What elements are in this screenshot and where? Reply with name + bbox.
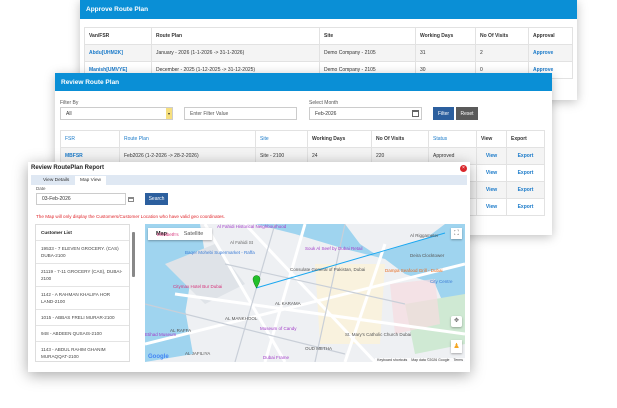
month-label: Select Month xyxy=(309,100,339,106)
map-place-label[interactable]: AL MANKHOOL xyxy=(225,316,257,321)
approve-panel-header: Approve Route Plan xyxy=(80,0,577,19)
visits-cell: 2 xyxy=(475,44,529,62)
reset-button[interactable]: Reset xyxy=(456,107,478,120)
site-cell: Demo Company - 2105 xyxy=(319,44,416,62)
col-export: Export xyxy=(506,130,545,148)
col-site[interactable]: Site xyxy=(255,130,308,148)
map-place-label[interactable]: St. Mary's Catholic Church Dubai xyxy=(345,332,411,337)
route-plan-cell: January - 2026 (1-1-2026 -> 31-1-2026) xyxy=(151,44,320,62)
map-marker-icon xyxy=(252,275,261,289)
terms-link[interactable]: Terms xyxy=(453,358,463,362)
date-label: Date xyxy=(36,186,46,191)
customer-list-item[interactable]: 948 - ABDEEN QUSAIS-2100 xyxy=(36,326,129,342)
col-working-days: Working Days xyxy=(415,27,476,45)
customer-list-item[interactable]: 19533 - 7 ELEVEN GROCERY. (CAS) DUBA-210… xyxy=(36,241,129,264)
map-place-label[interactable]: Souk Al Seef by Dubai Retail xyxy=(305,246,363,251)
customer-list-item[interactable]: 1015 - ABBAS FRELI MURAR-2100 xyxy=(36,310,129,326)
review-panel-header: Review Route Plan xyxy=(55,73,552,91)
map-canvas xyxy=(145,224,465,362)
col-fsr[interactable]: FSR xyxy=(60,130,120,148)
map-footer: Keyboard shortcuts Map data ©2026 Google… xyxy=(375,358,465,362)
customer-list: Customer List 19533 - 7 ELEVEN GROCERY. … xyxy=(35,224,130,362)
export-link[interactable]: Export xyxy=(506,147,545,165)
map-place-label[interactable]: Citymax Hotel Bur Dubai xyxy=(173,284,222,289)
approve-title: Approve Route Plan xyxy=(86,6,149,13)
month-value: Feb-2026 xyxy=(315,110,337,117)
map-place-label[interactable]: City Centre xyxy=(430,279,453,284)
calendar-icon[interactable] xyxy=(412,110,419,117)
export-link[interactable]: Export xyxy=(506,181,545,199)
map-place-label[interactable]: AL JAFILIYA xyxy=(185,351,210,356)
filter-value-placeholder: Enter Filter Value xyxy=(190,110,229,117)
map-place-label[interactable]: Baqer Mohebi Supermarket - Raffa xyxy=(185,250,255,255)
modal-title: Review RoutePlan Report xyxy=(31,165,105,171)
col-site: Site xyxy=(319,27,416,45)
search-button[interactable]: Search xyxy=(145,193,168,205)
customer-list-title: Customer List xyxy=(36,225,129,241)
map-place-label[interactable]: Consulate General of Pakistan, Dubai xyxy=(290,267,365,272)
map-place-label[interactable]: Museum of Candy xyxy=(260,326,297,331)
month-input[interactable]: Feb-2026 xyxy=(309,107,422,120)
geo-warning: The Map will only display the Customers/… xyxy=(36,214,225,219)
review-routeplan-report-modal: Review RoutePlan Report × View Details M… xyxy=(28,162,470,372)
map-place-label[interactable]: OUD METHA xyxy=(305,346,332,351)
date-value: 03-Feb-2026 xyxy=(42,196,71,202)
map-place-label[interactable]: Al Riggameter xyxy=(410,233,439,238)
col-status[interactable]: Status xyxy=(428,130,477,148)
chevron-down-icon: ▾ xyxy=(166,108,172,119)
keyboard-shortcuts-link[interactable]: Keyboard shortcuts xyxy=(377,358,407,362)
map-place-label[interactable]: AL KARAMA xyxy=(275,301,301,306)
date-input[interactable]: 03-Feb-2026 xyxy=(36,193,126,205)
satellite-tab[interactable]: Satellite xyxy=(175,228,212,240)
filter-by-value: All xyxy=(66,110,72,117)
col-approval: Approval xyxy=(528,27,573,45)
export-link[interactable]: Export xyxy=(506,164,545,182)
view-link[interactable]: View xyxy=(476,164,507,182)
fullscreen-icon[interactable]: ⛶ xyxy=(451,228,462,239)
fsr-link[interactable]: Abdu[UHM2K] xyxy=(84,44,152,62)
customer-list-item[interactable]: 1143 - ABDUL RAHIM GHANIM MURAQQAT-2100 xyxy=(36,342,129,361)
view-link[interactable]: View xyxy=(476,181,507,199)
view-link[interactable]: View xyxy=(476,147,507,165)
pegman-icon[interactable]: ♟ xyxy=(451,340,462,353)
map-view[interactable]: Map Satellite ⛶ ✥ ♟ Al Fahidi Historical… xyxy=(145,224,465,362)
map-place-label[interactable]: AL RAFFA xyxy=(170,328,191,333)
customer-list-scrollbar[interactable] xyxy=(131,224,135,362)
col-visits: No Of Visits xyxy=(371,130,429,148)
camera-control-icon[interactable]: ✥ xyxy=(451,316,462,327)
filter-value-input[interactable]: Enter Filter Value xyxy=(184,107,297,120)
calendar-icon[interactable] xyxy=(128,197,134,202)
view-link[interactable]: View xyxy=(476,198,507,216)
table-row: Abdu[UHM2K] January - 2026 (1-1-2026 -> … xyxy=(84,44,573,62)
modal-tabbar: View Details Map View xyxy=(31,175,467,185)
filter-by-select[interactable]: All ▾ xyxy=(60,107,173,120)
approve-link[interactable]: Approve xyxy=(528,44,573,62)
export-link[interactable]: Export xyxy=(506,198,545,216)
filter-button[interactable]: Filter xyxy=(433,107,454,120)
map-place-label[interactable]: Dampa Seafood Grill - Dubai xyxy=(385,268,443,273)
tab-map-view[interactable]: Map View xyxy=(75,176,106,185)
customer-list-item[interactable]: 21119 - 7-11 GROCERY (CAS), DUBAI-2100 xyxy=(36,264,129,287)
col-visits: No Of Visits xyxy=(475,27,529,45)
approve-table: Van/FSR Route Plan Site Working Days No … xyxy=(84,27,573,79)
map-place-label[interactable]: Elizabeth's xyxy=(157,232,179,237)
col-working-days: Working Days xyxy=(307,130,372,148)
close-icon[interactable]: × xyxy=(460,165,467,172)
tab-view-details[interactable]: View Details xyxy=(43,178,69,183)
map-place-label[interactable]: Dubai Frame xyxy=(263,355,289,360)
customer-list-item[interactable]: 1142 - A RAHMAN KHALIFA HOR LAND-2100 xyxy=(36,287,129,310)
filter-by-label: Filter By xyxy=(60,100,79,106)
col-van-fsr: Van/FSR xyxy=(84,27,152,45)
map-data-text: Map data ©2026 Google xyxy=(411,358,450,362)
col-route-plan[interactable]: Route Plan xyxy=(119,130,256,148)
google-logo: Google xyxy=(148,354,169,360)
map-place-label[interactable]: Al Fahidi St xyxy=(230,240,253,245)
col-view: View xyxy=(476,130,507,148)
review-title: Review Route Plan xyxy=(61,78,120,86)
map-place-label[interactable]: Al Fahidi Historical Neighbourhood xyxy=(217,224,286,229)
col-route-plan: Route Plan xyxy=(151,27,320,45)
working-days-cell: 31 xyxy=(415,44,476,62)
map-place-label[interactable]: Deira Clocktower xyxy=(410,253,444,258)
